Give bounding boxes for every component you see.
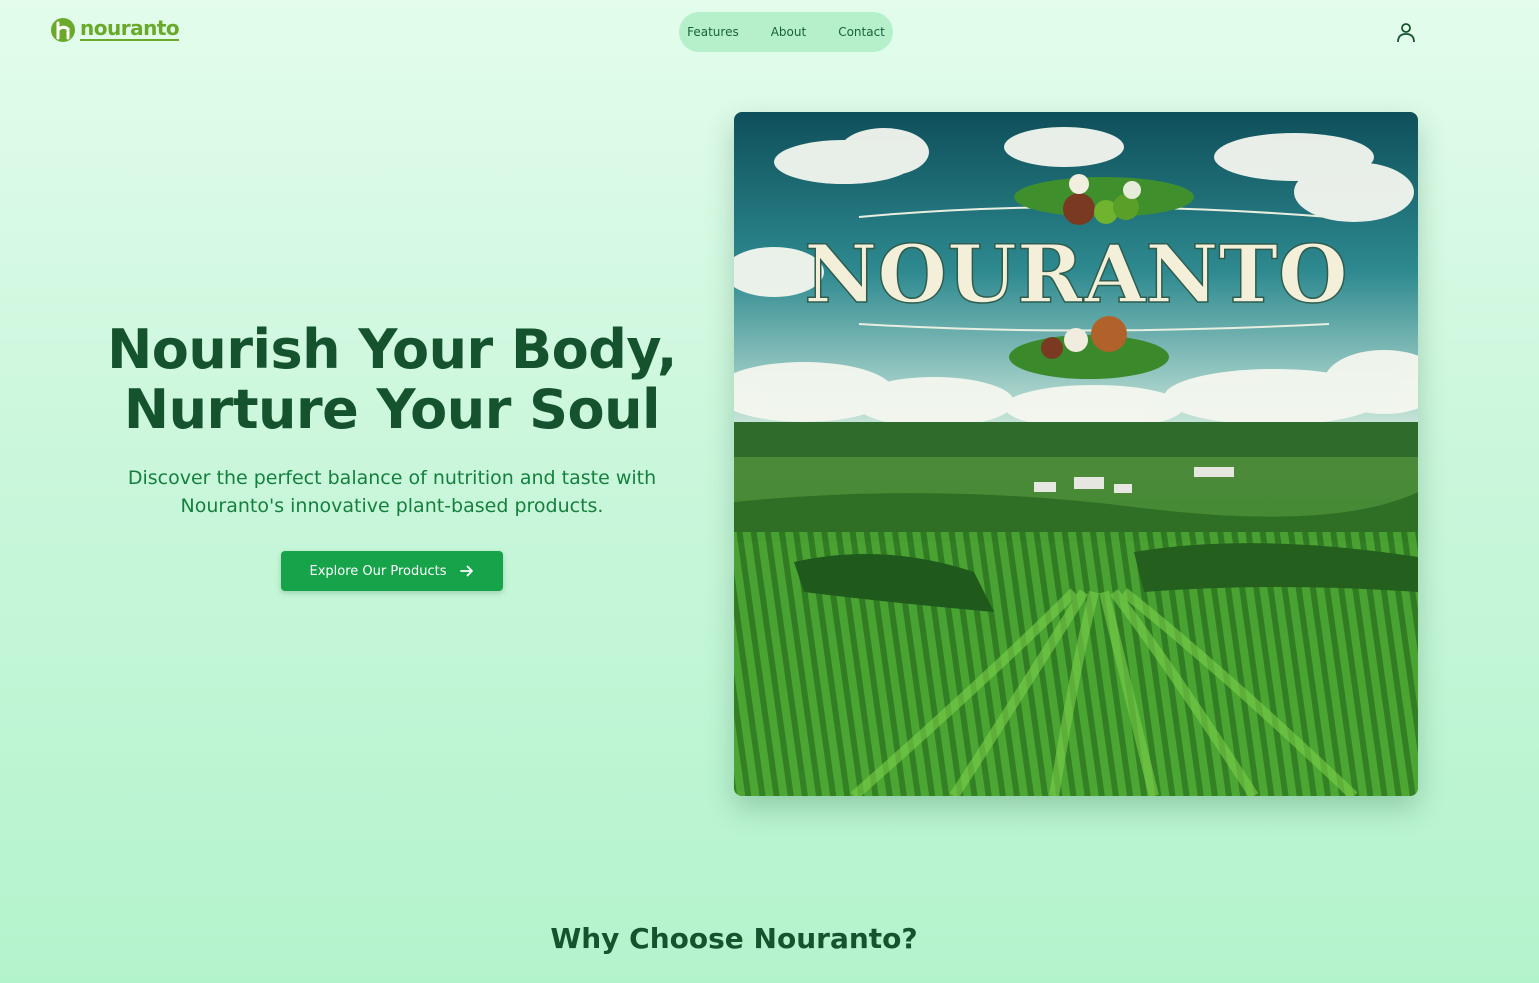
- hero-subtitle: Discover the perfect balance of nutritio…: [127, 467, 657, 517]
- brand-logo[interactable]: nouranto: [50, 14, 180, 44]
- cta-label: Explore Our Products: [309, 563, 447, 579]
- arrow-right-icon: [459, 565, 473, 577]
- hero-content: Nourish Your Body, Nurture Your Soul Dis…: [82, 320, 702, 591]
- main-nav: Features About Contact: [679, 12, 893, 52]
- hero-image-text: NOURANTO: [804, 227, 1347, 321]
- nav-item-features[interactable]: Features: [687, 25, 739, 39]
- brand-name: nouranto: [80, 15, 180, 41]
- hero-title: Nourish Your Body, Nurture Your Soul: [107, 318, 677, 441]
- nav-item-contact[interactable]: Contact: [838, 25, 885, 39]
- features-section-title: Why Choose Nouranto?: [550, 922, 918, 955]
- nav-item-about[interactable]: About: [771, 25, 806, 39]
- explore-products-button[interactable]: Explore Our Products: [281, 551, 503, 591]
- logo-mark-icon: [51, 18, 75, 42]
- user-icon[interactable]: [1395, 21, 1417, 43]
- hero-image: NOURANTO: [734, 112, 1418, 796]
